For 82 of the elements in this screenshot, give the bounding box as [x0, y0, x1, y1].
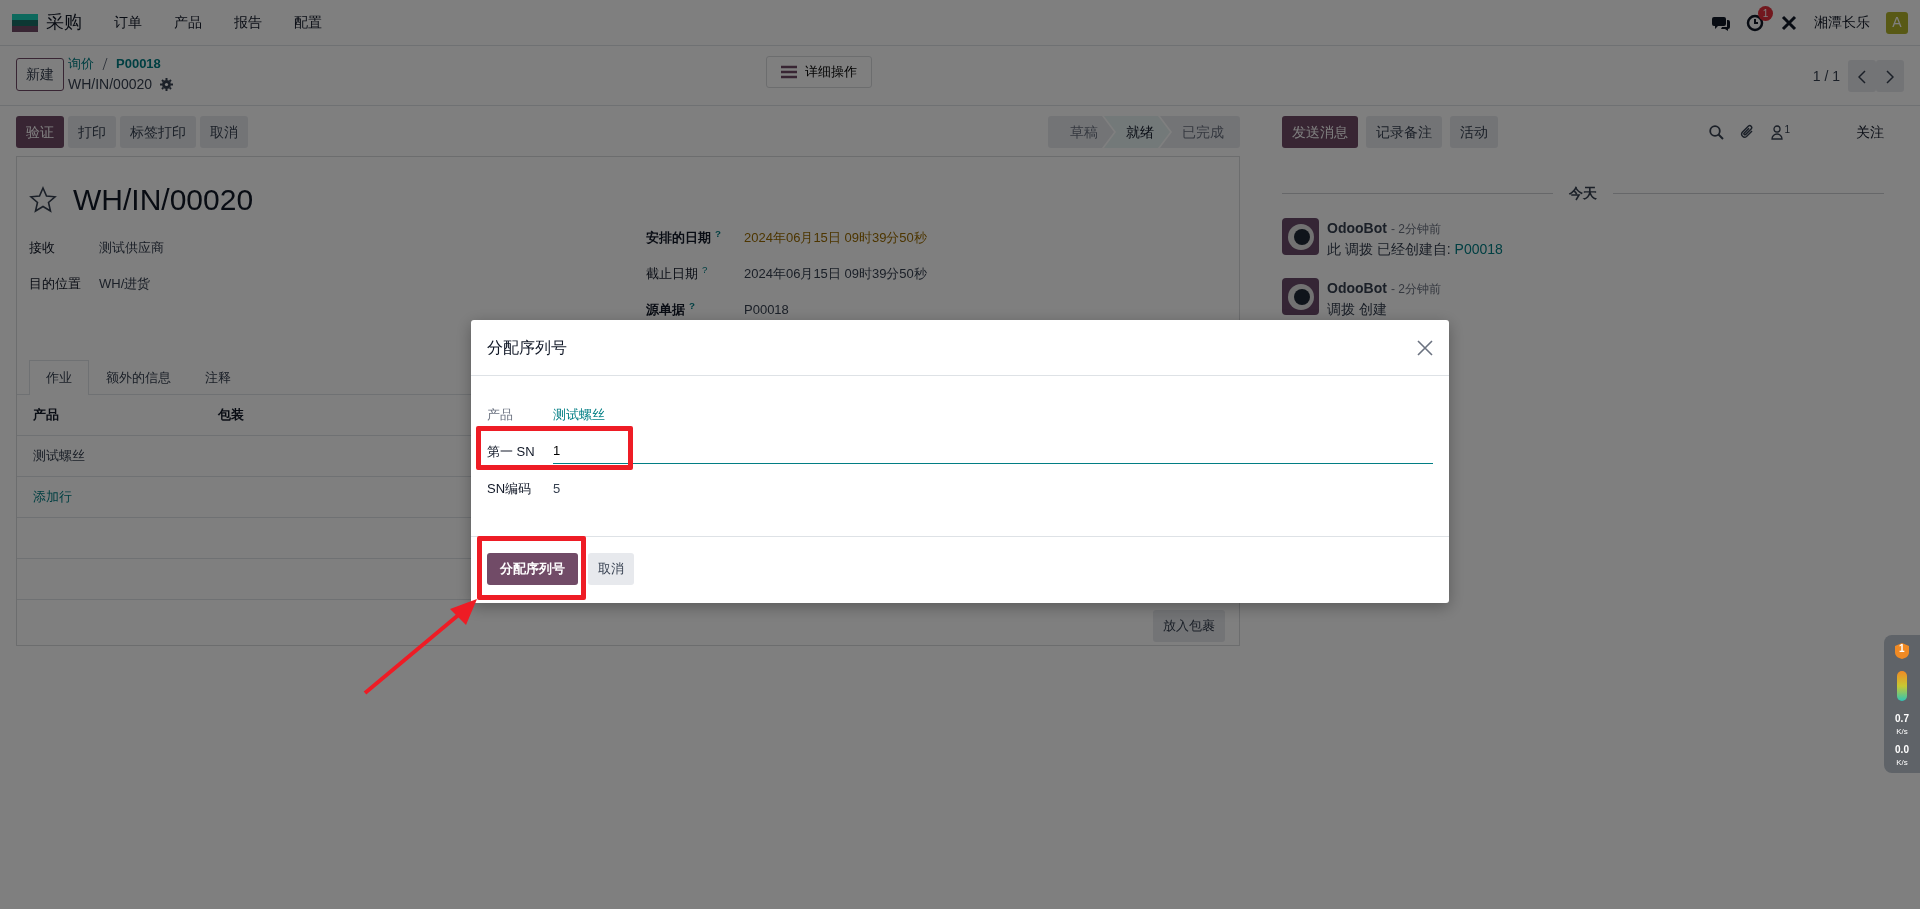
chatter-button[interactable]: 发送消息	[1282, 116, 1358, 148]
menu-icon	[781, 65, 798, 79]
chevron-left-icon	[1858, 70, 1866, 85]
breadcrumb-separator-icon	[102, 57, 108, 70]
record-title: WH/IN/00020	[73, 182, 254, 218]
search-icon[interactable]	[1709, 124, 1725, 140]
field-label: 产品	[487, 405, 514, 424]
clock-icon[interactable]	[1746, 13, 1764, 32]
paperclip-icon[interactable]	[1740, 124, 1756, 140]
company-name[interactable]: 湘潭长乐	[1814, 12, 1870, 33]
gauge-icon	[1897, 671, 1907, 701]
field-label: 源单据 $^{?}$	[646, 300, 696, 320]
table-cell-text: 测试螺丝	[33, 446, 86, 465]
tab[interactable]: 额外的信息	[89, 360, 188, 395]
chatter-button[interactable]: 记录备注	[1366, 116, 1442, 148]
field-value: WH/进货	[99, 275, 151, 294]
menu-item[interactable]: 订单	[114, 12, 142, 33]
field-value: P00018	[744, 301, 789, 320]
message-body: 调拨 创建	[1327, 300, 1388, 319]
message-author: OdooBot	[1327, 279, 1387, 298]
dialog-button[interactable]: 分配序列号	[487, 553, 578, 585]
app-logo-icon	[12, 13, 38, 32]
gear-icon[interactable]	[160, 77, 174, 91]
star-icon[interactable]	[29, 185, 57, 214]
avatar-icon	[1282, 278, 1319, 315]
record-link[interactable]: P00018	[1454, 241, 1503, 257]
pager-text: 1 / 1	[1812, 66, 1840, 86]
message-time: - 2分钟前	[1390, 221, 1441, 238]
speed-unit: K/s	[1896, 726, 1908, 738]
breadcrumb-link[interactable]: P00018	[116, 54, 161, 74]
tab[interactable]: 注释	[188, 360, 248, 395]
shield-icon	[1895, 643, 1909, 659]
action-button[interactable]: 打印	[68, 116, 116, 148]
followers-button[interactable]: 1	[1771, 124, 1790, 140]
action-button[interactable]: 标签打印	[120, 116, 196, 148]
notification-badge: 1	[1758, 5, 1773, 21]
new-button[interactable]: 新建	[16, 58, 64, 91]
dialog-title: 分配序列号	[487, 337, 567, 358]
chatter-button[interactable]: 活动	[1450, 116, 1498, 148]
field-value: 2024年06月15日 09时39分50秒	[744, 265, 927, 284]
person-icon	[1771, 124, 1784, 140]
actions-button[interactable]: 详细操作	[766, 56, 873, 88]
chat-icon[interactable]	[1712, 14, 1730, 31]
tab[interactable]: 作业	[29, 360, 89, 395]
field-value: 2024年06月15日 09时39分50秒	[744, 229, 927, 248]
follow-button[interactable]: 关注	[1856, 121, 1884, 143]
status-step[interactable]: 草稿	[1048, 116, 1114, 148]
field-label: 接收	[29, 239, 56, 258]
put-in-pack-button[interactable]: 放入包裹	[1153, 609, 1225, 642]
product-link[interactable]: 测试螺丝	[553, 404, 605, 425]
input-field[interactable]: 1	[553, 439, 1433, 464]
field-label: 目的位置	[29, 275, 82, 294]
status-step[interactable]: 已完成	[1160, 116, 1240, 148]
chevron-right-icon	[1886, 70, 1894, 85]
download-speed: 0.0	[1895, 743, 1909, 757]
upload-speed: 0.7	[1895, 712, 1909, 726]
record-name: WH/IN/00020	[68, 74, 153, 94]
avatar-icon	[1282, 218, 1319, 255]
menu-item[interactable]: 产品	[174, 12, 202, 33]
breadcrumb-link[interactable]: 询价	[68, 54, 94, 74]
add-line-link[interactable]: 添加行	[33, 486, 72, 507]
shield-number: 1	[1899, 644, 1905, 654]
message-body: 此 调拨 已经创建自: P00018	[1327, 240, 1503, 259]
field-label: 第一 SN	[487, 442, 536, 461]
column-header: 包装	[218, 405, 244, 424]
message-author: OdooBot	[1327, 219, 1387, 238]
field-value: 5	[553, 479, 561, 498]
field-label: 截止日期 $^{?}$	[646, 264, 709, 284]
date-separator: 今天	[1569, 184, 1597, 203]
close-icon	[1417, 340, 1433, 357]
field-label: 安排的日期 $^{?}$	[646, 228, 722, 248]
field-value: 测试供应商	[99, 239, 164, 258]
app-name[interactable]: 采购	[46, 9, 82, 36]
action-button[interactable]: 取消	[200, 116, 248, 148]
menu-item[interactable]: 配置	[294, 12, 322, 33]
message-time: - 2分钟前	[1390, 281, 1441, 298]
field-label: SN编码	[487, 479, 533, 498]
column-header: 产品	[33, 405, 60, 424]
action-button[interactable]: 验证	[16, 116, 64, 148]
menu-item[interactable]: 报告	[234, 12, 262, 33]
dialog-button[interactable]: 取消	[588, 553, 634, 585]
speed-unit: K/s	[1896, 757, 1908, 769]
